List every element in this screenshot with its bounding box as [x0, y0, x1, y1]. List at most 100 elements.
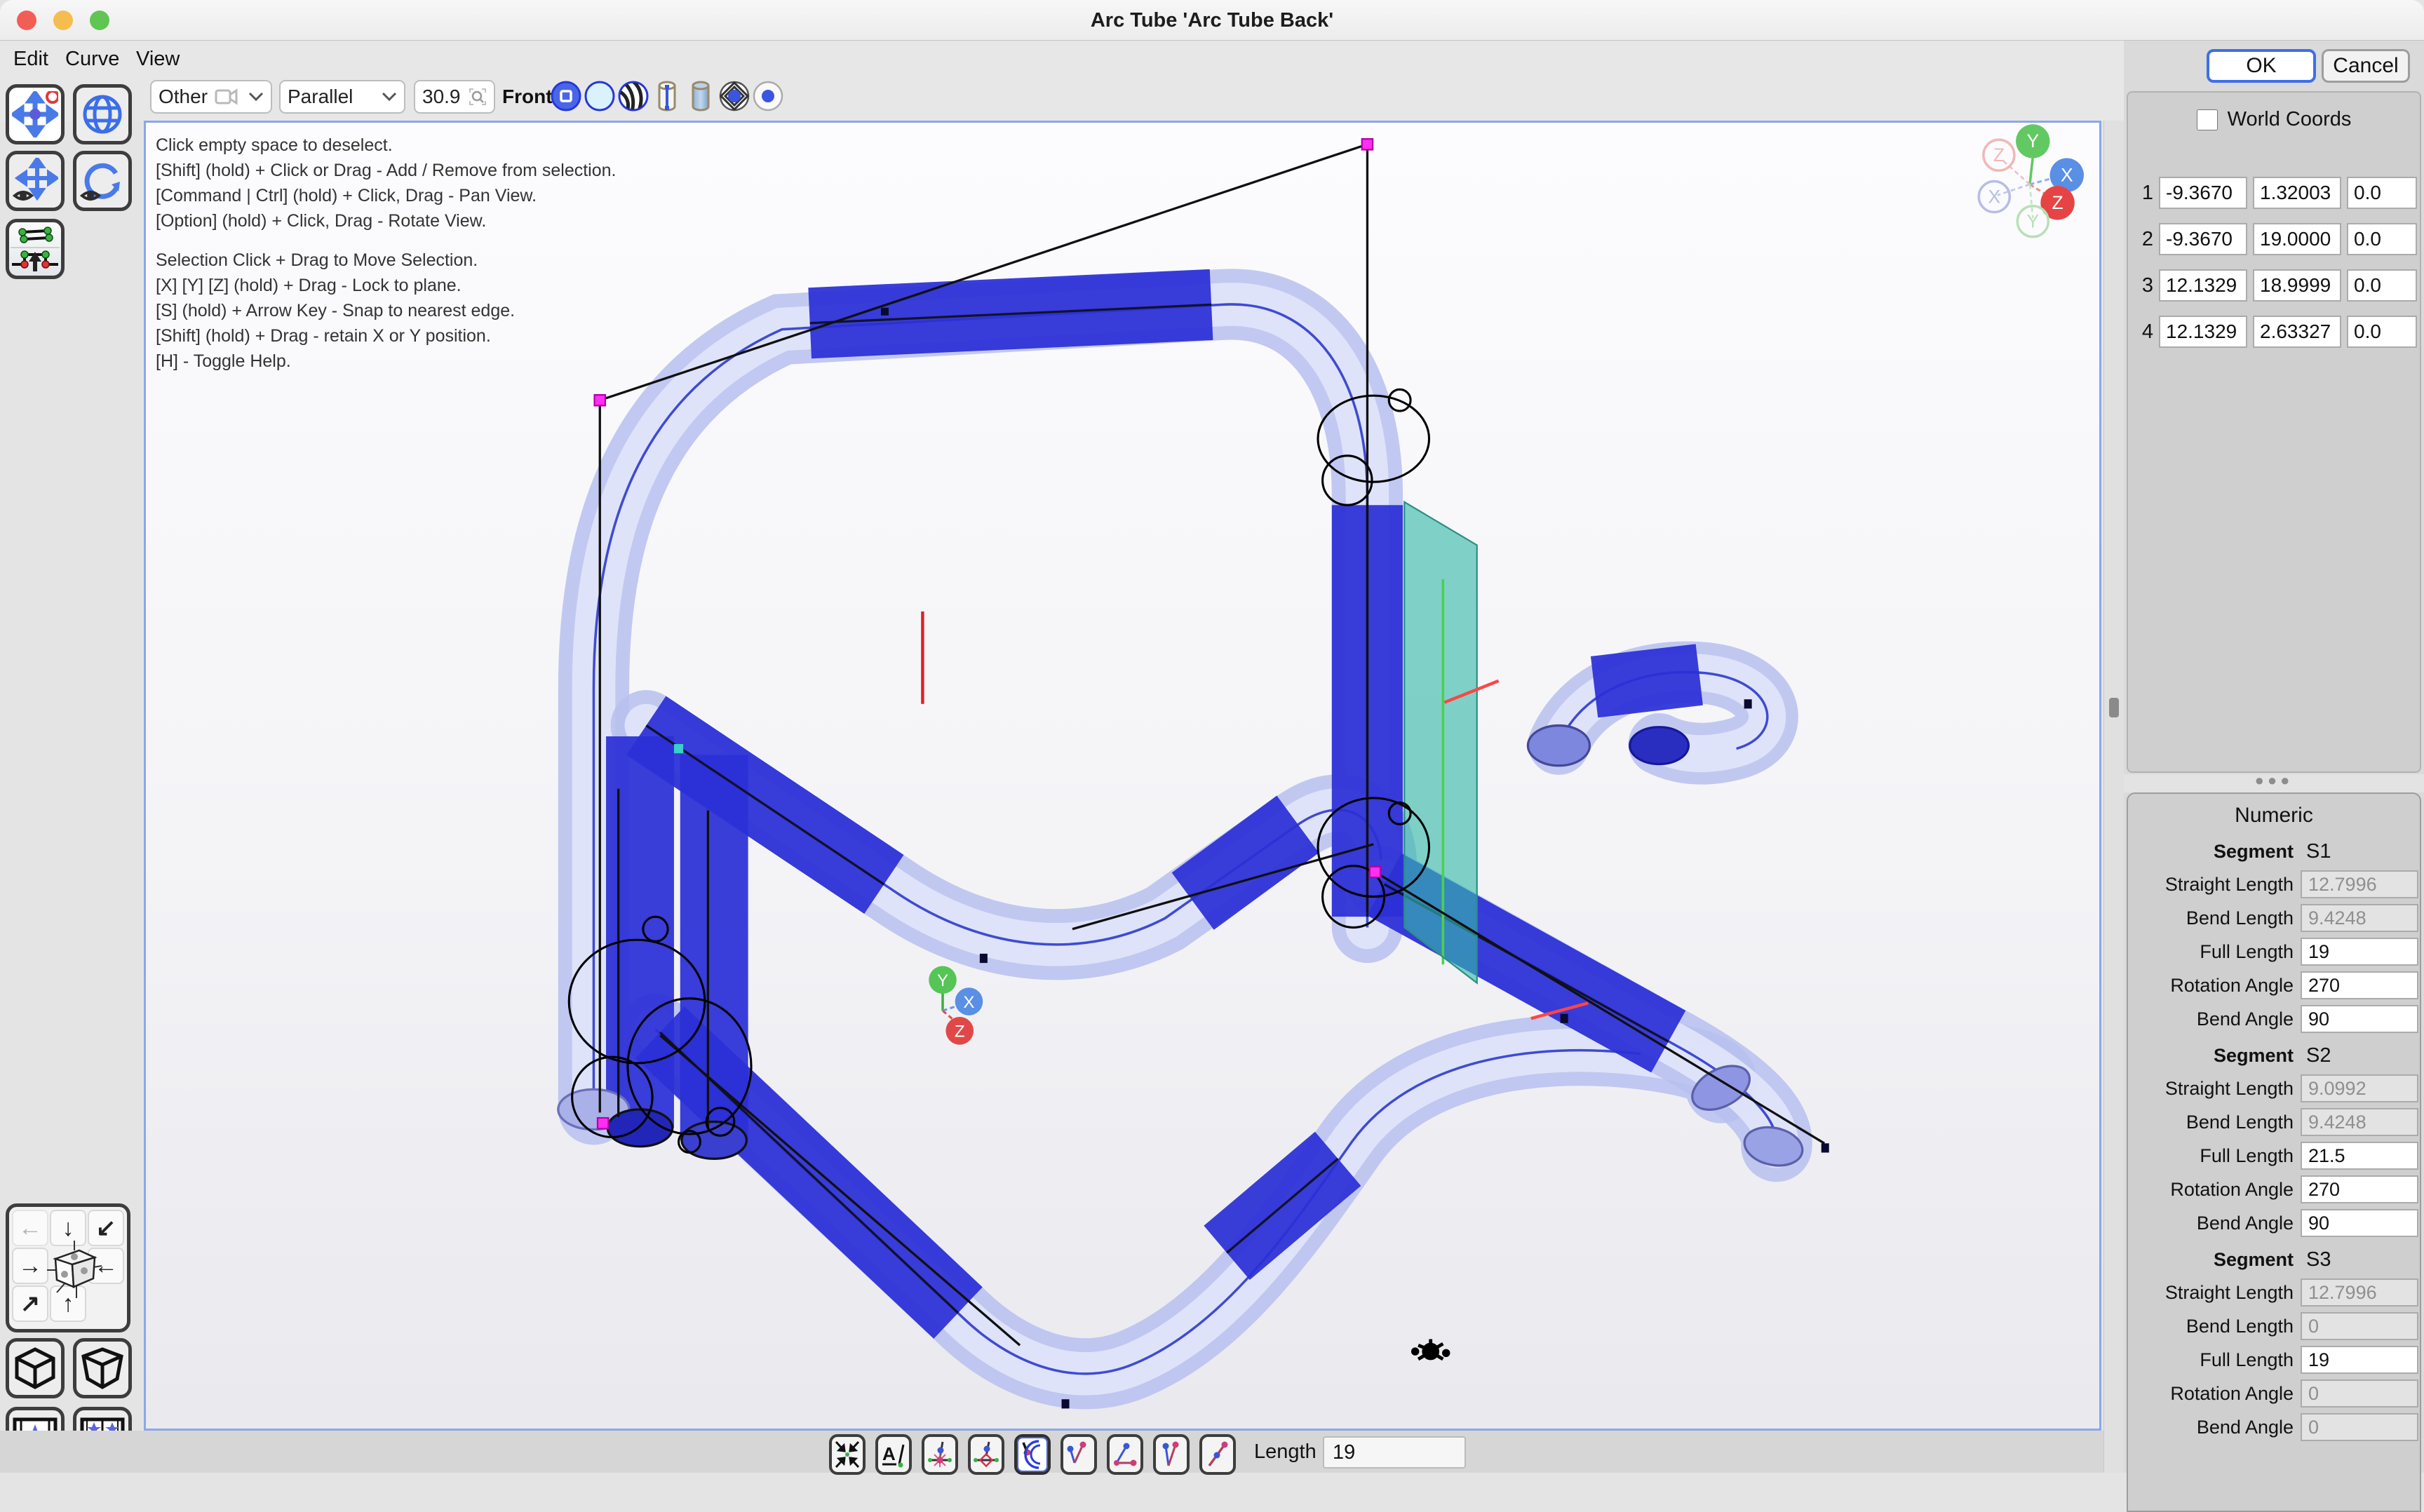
divider-handle[interactable] [2109, 698, 2119, 717]
svg-text:X: X [963, 993, 974, 1012]
cube-icon [13, 1346, 57, 1390]
point-3-z-field[interactable]: 0.0 [2347, 269, 2417, 302]
s1-bend-angle-field[interactable]: 90 [2301, 1005, 2418, 1033]
world-coords-checkbox[interactable] [2197, 109, 2218, 130]
tool-collapse-selection[interactable] [829, 1434, 866, 1475]
point-1-x-field[interactable]: -9.3670 [2159, 177, 2247, 209]
s1-bend-length-field[interactable]: 9.4248 [2301, 904, 2418, 932]
camera-select[interactable]: Other [150, 80, 272, 114]
tool-corner-angle[interactable] [1107, 1434, 1143, 1475]
s3-rotation-angle-field[interactable]: 0 [2301, 1379, 2418, 1408]
display-mode-tube-solid-button[interactable] [685, 80, 717, 112]
svg-text:Y: Y [2027, 130, 2040, 151]
svg-text:Y: Y [2027, 211, 2040, 232]
s3-full-length-field[interactable]: 19 [2301, 1346, 2418, 1374]
menu-curve[interactable]: Curve [65, 48, 119, 71]
world-move-tool-button[interactable] [73, 84, 132, 144]
s2-straight-length-field[interactable]: 9.0992 [2301, 1074, 2418, 1102]
narrow-v-icon [1157, 1439, 1185, 1470]
s2-bend-angle-field[interactable]: 90 [2301, 1209, 2418, 1237]
s3-bend-length-field[interactable]: 0 [2301, 1312, 2418, 1340]
tool-angle-annotation[interactable]: A [875, 1434, 912, 1475]
display-mode-pattern-section-button[interactable] [718, 80, 750, 112]
point-1-z-field[interactable]: 0.0 [2347, 177, 2417, 209]
tube-cap [1528, 726, 1589, 766]
lines-v-icon [1065, 1439, 1093, 1470]
panel-splitter[interactable]: ●●● [2124, 774, 2424, 792]
eye-icon [15, 192, 32, 199]
ok-button[interactable]: OK [2207, 49, 2316, 83]
rotate-view-tool-button[interactable] [73, 151, 132, 211]
pan-view-tool-button[interactable] [6, 151, 65, 211]
spray-marker [1413, 1339, 1448, 1359]
projection-select-value: Parallel [288, 86, 353, 108]
segment-raise-tool-button[interactable] [6, 219, 65, 279]
tool-snap-point-diamond[interactable] [968, 1434, 1004, 1475]
display-mode-tube-wire-button[interactable] [651, 80, 683, 112]
display-mode-environment-button[interactable] [617, 80, 649, 112]
right-panel: OK Cancel World Coords 1 -9.3670 1.32003… [2124, 41, 2424, 1473]
point-4-z-field[interactable]: 0.0 [2347, 316, 2417, 348]
point-row-3: 3 12.1329 18.9999 0.0 [2128, 269, 2420, 302]
point-2-z-field[interactable]: 0.0 [2347, 223, 2417, 255]
point-2-x-field[interactable]: -9.3670 [2159, 223, 2247, 255]
tool-straight-line[interactable] [1199, 1434, 1236, 1475]
panel-divider[interactable] [2103, 121, 2124, 1473]
point-2-y-field[interactable]: 19.0000 [2253, 223, 2341, 255]
iso-view-button-1[interactable] [6, 1338, 65, 1398]
bottom-toolbar: A [0, 1431, 2103, 1473]
move-selection-tool-button[interactable] [6, 84, 65, 144]
segment-name: S2 [2306, 1044, 2331, 1067]
chevron-down-icon [382, 92, 397, 102]
s3-bend-angle-field[interactable]: 0 [2301, 1413, 2418, 1441]
tool-narrow-v[interactable] [1153, 1434, 1190, 1475]
cancel-button[interactable]: Cancel [2322, 49, 2410, 83]
menu-edit[interactable]: Edit [13, 48, 48, 71]
s2-bend-length-field[interactable]: 9.4248 [2301, 1108, 2418, 1136]
nav-cube-icon[interactable] [46, 1239, 103, 1300]
coords-groupbox: World Coords 1 -9.3670 1.32003 0.0 2 -9.… [2127, 91, 2421, 773]
s2-full-length-field[interactable]: 21.5 [2301, 1142, 2418, 1170]
point-index: 2 [2132, 228, 2153, 251]
menu-view[interactable]: View [136, 48, 180, 71]
numeric-title: Numeric [2128, 804, 2420, 828]
segment-header-2: Segment S2 [2128, 1044, 2420, 1067]
projection-select[interactable]: Parallel [279, 80, 405, 114]
display-mode-hollow-section-button[interactable] [584, 80, 616, 112]
point-1-y-field[interactable]: 1.32003 [2253, 177, 2341, 209]
point-3-x-field[interactable]: 12.1329 [2159, 269, 2247, 302]
snap-burst-icon [926, 1439, 954, 1470]
tool-polyline-v[interactable] [1060, 1434, 1097, 1475]
point-4-y-field[interactable]: 2.63327 [2253, 316, 2341, 348]
world-coords-label: World Coords [2228, 108, 2352, 131]
origin-gizmo: Y X Z [929, 966, 983, 1044]
zoom-value-field[interactable]: 30.9 [414, 80, 495, 114]
svg-text:Z: Z [2052, 192, 2063, 213]
axis-gizmo[interactable]: Y X Z Z X Y [1979, 124, 2084, 236]
iso-view-button-2[interactable] [73, 1338, 132, 1398]
length-input[interactable]: 19 [1323, 1436, 1466, 1469]
tool-arc-tube[interactable] [1014, 1434, 1051, 1475]
s1-full-length-field[interactable]: 19 [2301, 938, 2418, 966]
s1-straight-length-field[interactable]: 12.7996 [2301, 870, 2418, 898]
s2-rotation-angle-field[interactable]: 270 [2301, 1175, 2418, 1203]
s3-straight-length-field[interactable]: 12.7996 [2301, 1278, 2418, 1307]
point-4-x-field[interactable]: 12.1329 [2159, 316, 2247, 348]
s1-rotation-angle-field[interactable]: 270 [2301, 971, 2418, 999]
svg-text:A: A [882, 1443, 896, 1464]
nav-arrow-left-top[interactable]: ← [12, 1210, 48, 1246]
svg-text:X: X [2061, 165, 2073, 186]
svg-text:Z: Z [955, 1022, 965, 1041]
point-row-4: 4 12.1329 2.63327 0.0 [2128, 316, 2420, 348]
viewport-3d[interactable]: Y X Z Y X Z Z X Y Click empty space to [144, 121, 2101, 1431]
snap-point [674, 744, 683, 753]
display-mode-solid-section-button[interactable] [550, 80, 582, 112]
display-mode-dot-section-button[interactable] [752, 80, 784, 112]
segment-header-1: Segment S1 [2128, 840, 2420, 863]
corner-angle-icon [1111, 1439, 1139, 1470]
camera-select-value: Other [159, 86, 208, 108]
nav-arrow-right[interactable]: → [12, 1248, 48, 1284]
tool-snap-point-burst[interactable] [922, 1434, 958, 1475]
nav-arrow-up-right[interactable]: ↗ [12, 1285, 48, 1322]
point-3-y-field[interactable]: 18.9999 [2253, 269, 2341, 302]
